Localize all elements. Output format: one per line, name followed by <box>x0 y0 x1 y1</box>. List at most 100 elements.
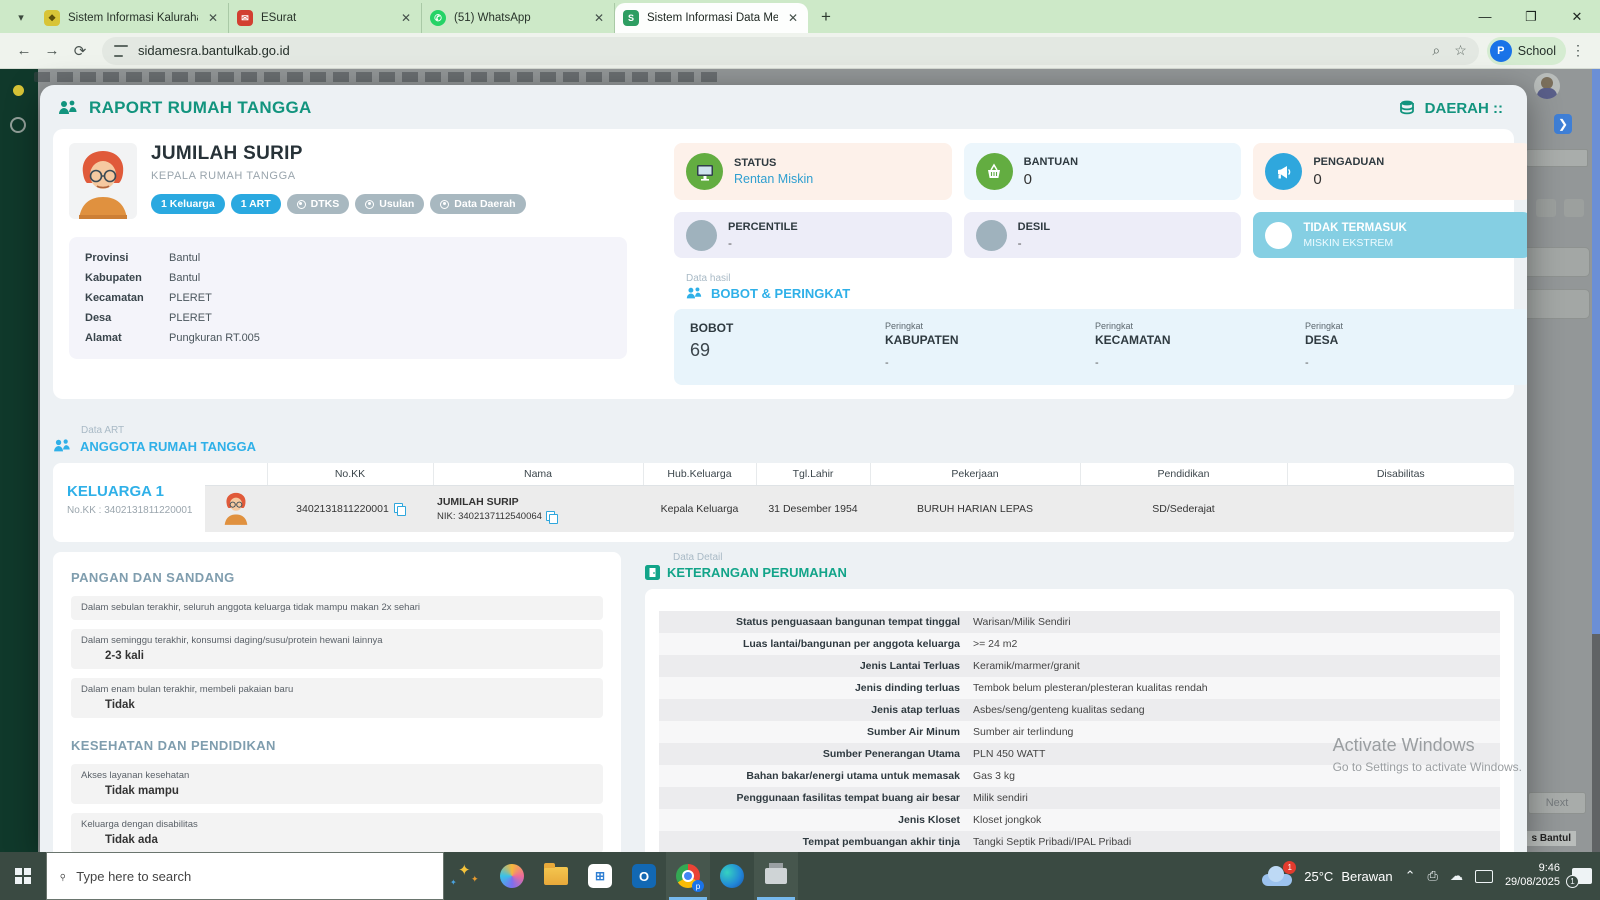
copy-icon[interactable] <box>546 511 556 522</box>
bantuan-card: BANTUAN 0 <box>964 143 1242 200</box>
miskin-ekstrem-card: TIDAK TERMASUK MISKIN EKSTREM <box>1253 212 1527 258</box>
taskbar-edge[interactable] <box>710 852 754 900</box>
member-disability <box>1287 485 1514 532</box>
page-title: RAPORT RUMAH TANGGA <box>89 98 312 118</box>
taskbar-store[interactable]: ⊞ <box>578 852 622 900</box>
site-info-icon[interactable] <box>114 45 128 57</box>
housing-row: Sumber Penerangan UtamaPLN 450 WATT <box>659 743 1500 765</box>
members-table-header: No.KK Nama Hub.Keluarga Tgl.Lahir Pekerj… <box>205 463 1514 485</box>
status-value-link[interactable]: Rentan Miskin <box>734 172 813 186</box>
cortana-sparkle-icon[interactable]: ✦✦✦ <box>444 852 490 900</box>
weather-icon[interactable]: 1 <box>1262 866 1292 886</box>
megaphone-icon <box>1265 153 1302 190</box>
tray-printer-icon[interactable]: ⎙ <box>1428 868 1438 884</box>
weather-text[interactable]: 25°CBerawan <box>1304 869 1392 884</box>
screen: ▾ ❖ Sistem Informasi Kalurahan Ple ✕ ✉ E… <box>0 0 1600 900</box>
housing-card: Status penguasaan bangunan tempat tingga… <box>645 589 1514 852</box>
close-button[interactable]: ✕ <box>1554 0 1600 33</box>
housing-row: Jenis Lantai TerluasKeramik/marmer/grani… <box>659 655 1500 677</box>
location-panel: ProvinsiBantul KabupatenBantul Kecamatan… <box>69 237 627 359</box>
tab-close-icon[interactable]: ✕ <box>399 11 413 25</box>
badge-usulan[interactable]: Usulan <box>355 194 424 214</box>
reload-button[interactable]: ⟳ <box>66 37 94 65</box>
tab-esurat-favicon: ✉ <box>237 10 253 26</box>
browser-profile-chip[interactable]: P School <box>1487 37 1566 65</box>
notification-badge: 1 <box>1566 875 1579 888</box>
taskbar-copilot[interactable] <box>490 852 534 900</box>
background-sidebar <box>0 69 38 852</box>
taskbar: ⌕ Type here to search ✦✦✦ ⊞ O p 1 25°CBe… <box>0 852 1600 900</box>
housing-row: Status penguasaan bangunan tempat tingga… <box>659 611 1500 633</box>
forward-button[interactable]: → <box>38 37 66 65</box>
tab-sidamesra-active[interactable]: S Sistem Informasi Data Menuju S ✕ <box>615 3 808 33</box>
new-tab-button[interactable]: + <box>814 5 838 29</box>
taskbar-file-explorer[interactable] <box>534 852 578 900</box>
family-label: KELUARGA 1 <box>67 483 205 500</box>
location-row: DesaPLERET <box>85 308 611 328</box>
badge-keluarga[interactable]: 1 Keluarga <box>151 194 225 214</box>
next-button[interactable]: Next <box>1528 792 1586 814</box>
tab-title: Sistem Informasi Kalurahan Ple <box>68 12 198 24</box>
tab-close-icon[interactable]: ✕ <box>592 11 606 25</box>
survey-item: Dalam enam bulan terakhir, membeli pakai… <box>71 678 603 718</box>
desil-value: - <box>1018 236 1050 250</box>
scrollbar-thumb[interactable] <box>1592 69 1600 634</box>
weather-badge: 1 <box>1283 861 1296 874</box>
housing-row: Tempat pembuangan akhir tinjaTangki Sept… <box>659 831 1500 852</box>
start-button[interactable] <box>0 852 46 900</box>
back-button[interactable]: ← <box>10 37 38 65</box>
member-relation: Kepala Keluarga <box>643 485 756 532</box>
region-selector[interactable]: DAERAH :: <box>1398 99 1503 117</box>
tab-close-icon[interactable]: ✕ <box>206 11 220 25</box>
members-table: No.KK Nama Hub.Keluarga Tgl.Lahir Pekerj… <box>205 463 1514 532</box>
perumahan-kicker: Data Detail <box>673 552 1514 563</box>
badge-art[interactable]: 1 ART <box>231 194 281 214</box>
restore-button[interactable]: ❐ <box>1508 0 1554 33</box>
network-display-icon[interactable] <box>1475 870 1493 883</box>
bookmark-star-icon[interactable]: ☆ <box>1454 42 1467 59</box>
taskbar-clock[interactable]: 9:4629/08/2025 <box>1505 862 1560 890</box>
address-bar[interactable]: sidamesra.bantulkab.go.id ⌕ ☆ <box>102 37 1479 65</box>
panel-expand-icon[interactable]: ❯ <box>1554 114 1572 134</box>
survey-card: PANGAN DAN SANDANG Dalam sebulan terakhi… <box>53 552 621 852</box>
member-job: BURUH HARIAN LEPAS <box>870 485 1080 532</box>
badge-dtks[interactable]: DTKS <box>287 194 350 214</box>
browser-menu-icon[interactable]: ⋮ <box>1566 42 1590 59</box>
page-scrollbar[interactable] <box>1592 69 1600 852</box>
taskbar-outlook[interactable]: O <box>622 852 666 900</box>
copy-icon[interactable] <box>394 503 404 514</box>
zoom-icon[interactable]: ⌕ <box>1432 42 1440 59</box>
browser-toolbar: ← → ⟳ sidamesra.bantulkab.go.id ⌕ ☆ P Sc… <box>0 33 1600 69</box>
onedrive-icon[interactable]: ☁ <box>1450 868 1463 884</box>
target-icon <box>440 200 449 209</box>
target-icon <box>297 200 306 209</box>
tab-whatsapp[interactable]: ✆ (51) WhatsApp ✕ <box>422 3 615 33</box>
tray-chevron-icon[interactable]: ⌃ <box>1405 868 1416 884</box>
tab-close-icon[interactable]: ✕ <box>786 11 800 25</box>
tab-kalurahan[interactable]: ❖ Sistem Informasi Kalurahan Ple ✕ <box>36 3 229 33</box>
tab-search-icon[interactable]: ▾ <box>8 4 34 30</box>
gauge-icon <box>10 117 26 133</box>
edge-icon <box>720 864 744 888</box>
profile-card: JUMILAH SURIP KEPALA RUMAH TANGGA 1 Kelu… <box>53 129 1514 399</box>
badge-data-daerah[interactable]: Data Daerah <box>430 194 525 214</box>
tab-esurat[interactable]: ✉ ESurat ✕ <box>229 3 422 33</box>
background-button <box>1518 247 1590 277</box>
taskbar-search[interactable]: ⌕ Type here to search <box>46 852 444 900</box>
taskbar-chrome[interactable]: p <box>666 852 710 900</box>
minimize-button[interactable]: — <box>1462 0 1508 33</box>
pangan-title: PANGAN DAN SANDANG <box>71 570 603 585</box>
notification-center-icon[interactable]: 1 <box>1572 868 1592 884</box>
art-section-title: ANGGOTA RUMAH TANGGA <box>53 438 1514 454</box>
kesehatan-title: KESEHATAN DAN PENDIDIKAN <box>71 738 603 753</box>
bobot-section-title: BOBOT & PERINGKAT <box>686 286 1527 301</box>
bantuan-count: 0 <box>1024 171 1078 188</box>
member-avatar <box>220 487 252 527</box>
profile-label: School <box>1518 44 1556 58</box>
url-text[interactable]: sidamesra.bantulkab.go.id <box>138 43 1422 58</box>
taskbar-printer-app[interactable] <box>754 852 798 900</box>
target-icon <box>365 200 374 209</box>
user-avatar[interactable] <box>1534 73 1560 99</box>
member-row[interactable]: 3402131811220001 JUMILAH SURIP NIK: 3402… <box>205 485 1514 532</box>
background-text-fragment: s Bantul <box>1527 831 1576 846</box>
